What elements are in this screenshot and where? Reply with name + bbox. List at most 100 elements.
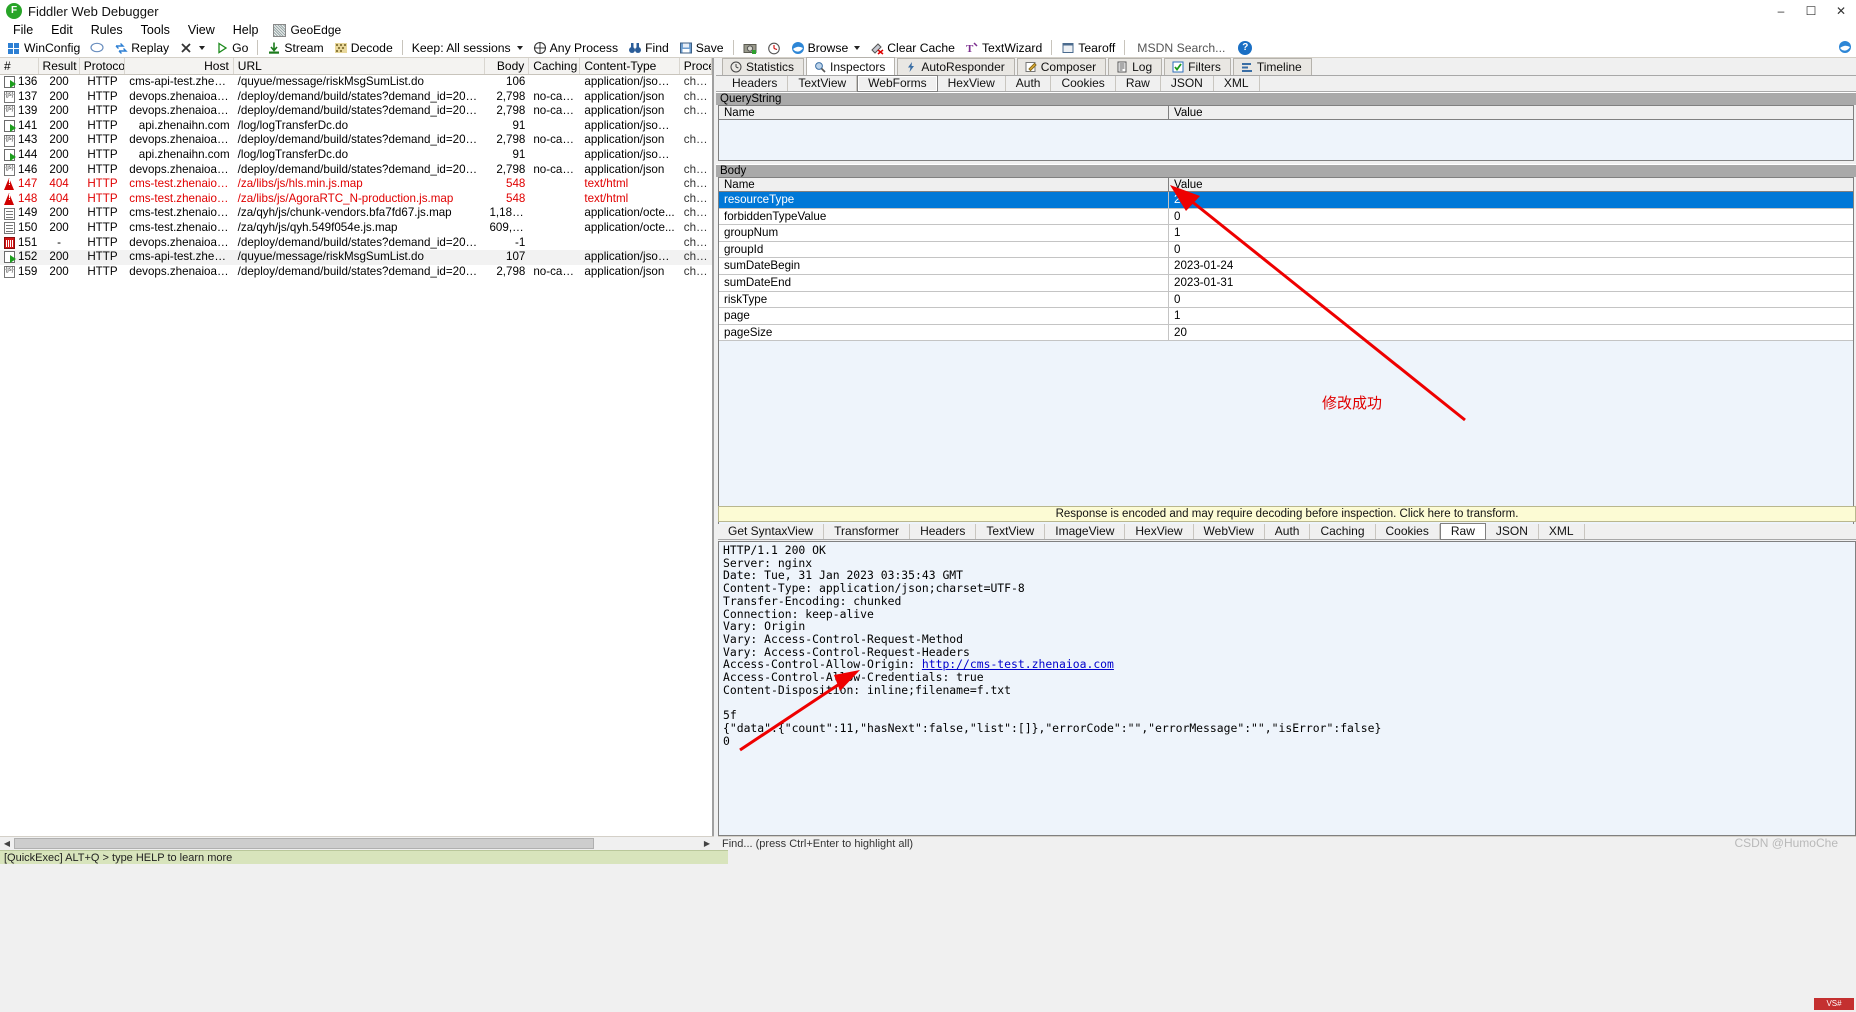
response-tab-imageview[interactable]: ImageView (1045, 524, 1126, 539)
body-param-row[interactable]: resourceType 2 (719, 192, 1853, 209)
help-button[interactable]: ? (1233, 38, 1257, 57)
menu-item-rules[interactable]: Rules (82, 22, 132, 38)
body-col-value[interactable]: Value (1169, 178, 1853, 191)
request-tab-cookies[interactable]: Cookies (1051, 76, 1116, 91)
response-raw-view[interactable]: HTTP/1.1 200 OK Server: nginx Date: Tue,… (718, 541, 1856, 836)
replay-button[interactable]: Replay (109, 38, 174, 57)
querystring-col-value[interactable]: Value (1169, 106, 1853, 119)
body-param-row[interactable]: forbiddenTypeValue 0 (719, 208, 1853, 226)
go-button[interactable]: Go (210, 38, 253, 57)
table-row[interactable]: {js} 159 200 HTTP devops.zhenaioa.com/deploy… (0, 265, 712, 280)
request-tab-hexview[interactable]: HexView (938, 76, 1006, 91)
querystring-empty-area[interactable] (719, 120, 1853, 160)
response-tab-headers[interactable]: Headers (910, 524, 977, 539)
tab-filters[interactable]: Filters (1164, 58, 1231, 75)
menu-item-file[interactable]: File (4, 22, 42, 38)
chevron-down-icon[interactable] (199, 45, 206, 50)
body-param-row[interactable]: riskType 0 (719, 291, 1853, 309)
quickexec-status-bar[interactable]: [QuickExec] ALT+Q > type HELP to learn m… (0, 850, 728, 864)
find-button[interactable]: Find (623, 38, 674, 57)
tab-composer[interactable]: Composer (1016, 58, 1107, 75)
body-param-row[interactable]: pageSize 20 (719, 324, 1853, 342)
column-header-body[interactable]: Body (485, 58, 530, 74)
sessions-list[interactable]: # Result Protocol Host URL Body Caching … (0, 58, 714, 836)
keep-sessions-dropdown[interactable]: Keep: All sessions (407, 38, 528, 57)
tab-inspectors[interactable]: Inspectors (806, 57, 896, 75)
body-param-row[interactable]: page 1 (719, 308, 1853, 325)
comment-button[interactable] (85, 38, 109, 57)
response-tab-raw[interactable]: Raw (1439, 523, 1486, 540)
tab-statistics[interactable]: Statistics (722, 58, 805, 75)
chevron-down-icon-keep[interactable] (516, 45, 523, 50)
maximize-button[interactable]: ☐ (1796, 0, 1826, 22)
body-param-row[interactable]: groupId 0 (719, 241, 1853, 259)
querystring-col-name[interactable]: Name (719, 106, 1169, 119)
sessions-horizontal-scrollbar[interactable]: ◀ ▶ (0, 836, 714, 850)
column-header-url[interactable]: URL (234, 58, 486, 74)
tab-autoresponder[interactable]: AutoResponder (897, 58, 1015, 75)
scrollbar-thumb[interactable] (14, 838, 594, 849)
scroll-right-arrow[interactable]: ▶ (700, 837, 714, 850)
table-row[interactable]: 152 200 HTTP cms-api-test.zhenai.../quyue/m… (0, 250, 712, 265)
chevron-down-icon-browse[interactable] (854, 45, 861, 50)
column-header-host[interactable]: Host (125, 58, 234, 74)
response-tab-hexview[interactable]: HexView (1125, 524, 1194, 539)
request-tab-json[interactable]: JSON (1161, 76, 1214, 91)
body-param-row[interactable]: sumDateBegin 2023-01-24 (719, 258, 1853, 275)
body-table[interactable]: Name Value resourceType 2 forbiddenTypeVal… (718, 177, 1854, 525)
table-row[interactable]: {js} 137 200 HTTP devops.zhenaioa.com/deploy… (0, 90, 712, 105)
table-row[interactable]: 141 200 HTTP api.zhenaihn.com/log/logTransf… (0, 119, 712, 134)
body-param-row[interactable]: groupNum 1 (719, 225, 1853, 242)
request-tab-xml[interactable]: XML (1214, 76, 1260, 91)
stream-button[interactable]: Stream (262, 38, 328, 57)
body-param-row[interactable]: sumDateEnd 2023-01-31 (719, 274, 1853, 292)
browse-button[interactable]: Browse (786, 38, 866, 57)
tearoff-button[interactable]: Tearoff (1056, 38, 1120, 57)
menu-item-edit[interactable]: Edit (42, 22, 82, 38)
menu-item-geoedge[interactable]: GeoEdge (267, 23, 341, 37)
menu-item-view[interactable]: View (179, 22, 224, 38)
request-tab-headers[interactable]: Headers (722, 76, 789, 91)
timer-button[interactable] (762, 38, 786, 57)
table-row[interactable]: 147 404 HTTP cms-test.zhenaioa..../za/libs/… (0, 177, 712, 192)
response-tab-get-syntaxview[interactable]: Get SyntaxView (718, 524, 825, 539)
winconfig-button[interactable]: WinConfig (2, 38, 85, 57)
textwizard-button[interactable]: T TextWizard (960, 38, 1047, 57)
clear-cache-button[interactable]: Clear Cache (865, 38, 960, 57)
menu-item-tools[interactable]: Tools (132, 22, 179, 38)
table-row[interactable]: {js} 143 200 HTTP devops.zhenaioa.com/deploy… (0, 133, 712, 148)
minimize-button[interactable]: – (1766, 0, 1796, 22)
msdn-search-input[interactable]: MSDN Search... (1129, 38, 1233, 57)
save-button[interactable]: Save (674, 38, 729, 57)
response-find-bar[interactable]: Find... (press Ctrl+Enter to highlight a… (718, 836, 1856, 850)
tab-log[interactable]: Log (1108, 58, 1163, 75)
column-header-protocol[interactable]: Protocol (80, 58, 126, 74)
response-tab-transformer[interactable]: Transformer (824, 524, 911, 539)
table-row[interactable]: {js} 146 200 HTTP devops.zhenaioa.com/deploy… (0, 163, 712, 178)
body-col-name[interactable]: Name (719, 178, 1169, 191)
camera-button[interactable] (738, 38, 762, 57)
response-tab-cookies[interactable]: Cookies (1376, 524, 1440, 539)
table-row[interactable]: 136 200 HTTP cms-api-test.zhenai.../quyue/m… (0, 75, 712, 90)
request-tab-auth[interactable]: Auth (1006, 76, 1052, 91)
response-tab-json[interactable]: JSON (1486, 524, 1539, 539)
table-row[interactable]: 151 - HTTP devops.zhenaioa.com/deploy/deman… (0, 236, 712, 251)
response-tab-textview[interactable]: TextView (976, 524, 1046, 539)
decode-button[interactable]: Decode (329, 38, 398, 57)
column-header-number[interactable]: # (0, 58, 39, 74)
scroll-left-arrow[interactable]: ◀ (0, 837, 14, 850)
request-tab-textview[interactable]: TextView (788, 76, 858, 91)
menu-item-help[interactable]: Help (224, 22, 268, 38)
close-button[interactable]: ✕ (1826, 0, 1856, 22)
table-row[interactable]: 144 200 HTTP api.zhenaihn.com/log/logTransf… (0, 148, 712, 163)
table-row[interactable]: 148 404 HTTP cms-test.zhenaioa..../za/libs/… (0, 192, 712, 207)
response-encoded-notice[interactable]: Response is encoded and may require deco… (718, 506, 1856, 522)
response-tab-auth[interactable]: Auth (1265, 524, 1311, 539)
table-row[interactable]: 150 200 HTTP cms-test.zhenaioa..../za/qyh/j… (0, 221, 712, 236)
toolbar-right-icon[interactable] (1838, 40, 1852, 54)
table-row[interactable]: 149 200 HTTP cms-test.zhenaioa..../za/qyh/j… (0, 206, 712, 221)
table-row[interactable]: {js} 139 200 HTTP devops.zhenaioa.com/deploy… (0, 104, 712, 119)
column-header-process[interactable]: Proce (680, 58, 712, 74)
column-header-content-type[interactable]: Content-Type (580, 58, 680, 74)
column-header-result[interactable]: Result (39, 58, 80, 74)
